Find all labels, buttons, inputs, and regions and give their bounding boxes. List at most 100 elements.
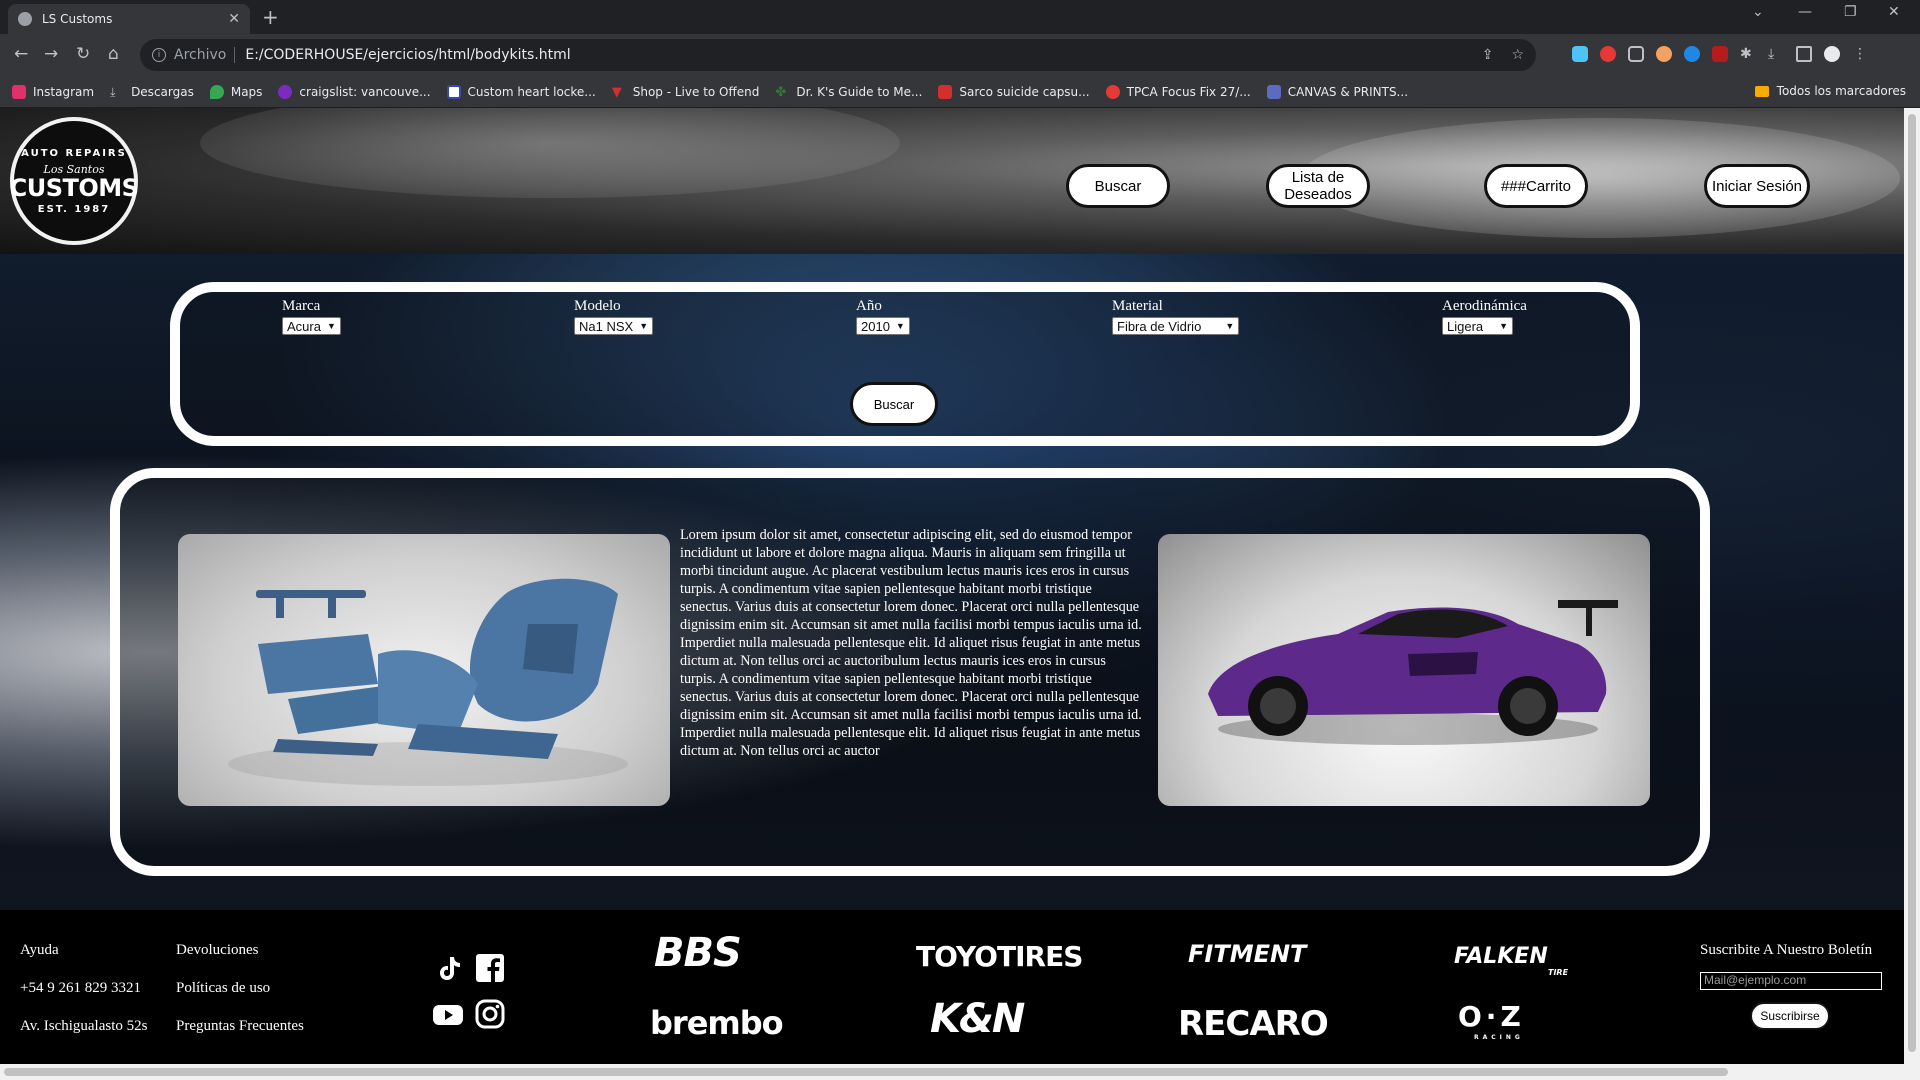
bookmark-item[interactable]: ⤓ Descargas bbox=[110, 85, 194, 99]
share-icon[interactable]: ⇪ bbox=[1482, 47, 1494, 63]
extension-icon[interactable] bbox=[1600, 46, 1616, 62]
year-select[interactable]: 2010 ▼ bbox=[856, 317, 910, 335]
horizontal-scrollbar-thumb[interactable] bbox=[4, 1068, 1728, 1076]
logo-bottom-text: EST. 1987 bbox=[37, 203, 111, 215]
brand-logo-bbs[interactable]: BBS bbox=[654, 930, 742, 976]
bookmark-item[interactable]: ✤ Dr. K's Guide to Me... bbox=[775, 85, 922, 100]
menu-kebab-icon[interactable]: ⋮ bbox=[1852, 46, 1868, 62]
tab-search-chevron-icon[interactable]: ⌄ bbox=[1752, 4, 1764, 20]
minimize-icon[interactable]: — bbox=[1798, 4, 1812, 20]
tab-close-icon[interactable]: ✕ bbox=[228, 11, 240, 27]
aero-select[interactable]: Ligera ▼ bbox=[1442, 317, 1514, 335]
brand-logo-oz-sub: RACING bbox=[1474, 1034, 1524, 1041]
brand-logo-recaro[interactable]: RECARO bbox=[1178, 1004, 1329, 1044]
horizontal-scrollbar[interactable] bbox=[0, 1064, 1920, 1080]
side-panel-icon[interactable] bbox=[1796, 46, 1812, 62]
vertical-scrollbar-thumb[interactable] bbox=[1908, 114, 1916, 1052]
newsletter-email-input[interactable]: Mail@ejemplo.com bbox=[1700, 972, 1882, 990]
brand-logo-fitment[interactable]: FITMENT bbox=[1188, 940, 1306, 968]
aero-select-value: Ligera bbox=[1447, 318, 1484, 334]
brand-logo-falken-sub: TIRE bbox=[1548, 968, 1569, 977]
bookmark-item[interactable]: Maps bbox=[209, 84, 262, 99]
site-header: AUTO REPAIRS Los Santos CUSTOMS EST. 198… bbox=[0, 108, 1904, 254]
footer-address[interactable]: Av. Ischigualasto 52s bbox=[20, 1018, 147, 1035]
facebook-icon[interactable] bbox=[474, 952, 506, 984]
new-tab-icon[interactable]: + bbox=[262, 5, 279, 29]
download-icon[interactable]: ⤓ bbox=[1768, 46, 1784, 62]
restore-icon[interactable]: ❐ bbox=[1844, 4, 1857, 20]
maps-pin-icon bbox=[209, 84, 224, 99]
extension-icon[interactable] bbox=[1656, 46, 1672, 62]
filter-search-button[interactable]: Buscar bbox=[850, 382, 938, 426]
instagram-icon bbox=[12, 84, 26, 99]
model-select[interactable]: Na1 NSX ▼ bbox=[574, 317, 654, 335]
footer-link-faq[interactable]: Preguntas Frecuentes bbox=[176, 1018, 304, 1035]
bookmark-star-icon[interactable]: ☆ bbox=[1511, 47, 1524, 63]
puzzle-extensions-icon[interactable]: ✱ bbox=[1740, 46, 1756, 62]
brand-logo-brembo[interactable]: brembo bbox=[650, 1004, 784, 1042]
cart-button[interactable]: ###Carrito bbox=[1484, 164, 1588, 208]
site-info-icon[interactable]: i bbox=[152, 48, 166, 62]
newsletter-title: Suscribite A Nuestro Boletín bbox=[1700, 942, 1873, 958]
bookmark-item[interactable]: ▼ Shop - Live to Offend bbox=[611, 84, 760, 100]
heart-icon: ▼ bbox=[611, 84, 622, 100]
extension-icon[interactable] bbox=[1572, 46, 1588, 62]
filter-panel: Marca Acura ▼ Modelo Na1 NSX ▼ Año 2010 ▼ M… bbox=[170, 282, 1640, 446]
home-icon[interactable]: ⌂ bbox=[108, 44, 119, 64]
login-button[interactable]: Iniciar Sesión bbox=[1704, 164, 1810, 208]
address-bar[interactable]: i Archivo E:/CODERHOUSE/ejercicios/html/… bbox=[140, 39, 1536, 71]
back-icon[interactable]: ← bbox=[14, 44, 28, 64]
site-logo[interactable]: AUTO REPAIRS Los Santos CUSTOMS EST. 198… bbox=[10, 117, 139, 245]
site-footer: Ayuda +54 9 261 829 3321 Av. Ischigualas… bbox=[0, 910, 1904, 1064]
product-description: Lorem ipsum dolor sit amet, consectetur … bbox=[680, 527, 1142, 759]
material-filter: Material Fibra de Vidrio ▼ bbox=[1112, 298, 1240, 336]
tiktok-icon[interactable] bbox=[432, 952, 464, 984]
logo-top-text: AUTO REPAIRS bbox=[21, 147, 127, 159]
brand-logo-toyotires[interactable]: TOYOTIRES bbox=[916, 940, 1083, 973]
wishlist-label-line1: Lista de bbox=[1291, 169, 1345, 186]
youtube-icon[interactable] bbox=[432, 998, 464, 1030]
brand-logo-oz[interactable]: O·Z bbox=[1458, 1000, 1525, 1033]
material-select[interactable]: Fibra de Vidrio ▼ bbox=[1112, 317, 1240, 335]
extension-icon[interactable] bbox=[1684, 46, 1700, 62]
instagram-icon[interactable] bbox=[474, 998, 506, 1030]
footer-phone[interactable]: +54 9 261 829 3321 bbox=[20, 980, 141, 997]
brand-filter: Marca Acura ▼ bbox=[282, 298, 341, 336]
site-favicon-icon bbox=[446, 84, 461, 99]
close-window-icon[interactable]: ✕ bbox=[1888, 4, 1900, 20]
craigslist-icon bbox=[278, 84, 293, 99]
bookmarks-bar: Instagram ⤓ Descargas Maps craigslist: va… bbox=[0, 76, 1920, 108]
bookmark-item[interactable]: Custom heart locke... bbox=[446, 84, 596, 99]
all-bookmarks-label: Todos los marcadores bbox=[1776, 84, 1906, 98]
header-background-image bbox=[200, 108, 900, 198]
footer-link-terms[interactable]: Políticas de uso bbox=[176, 980, 270, 997]
bookmark-item[interactable]: craigslist: vancouve... bbox=[278, 84, 431, 99]
brand-logo-kn[interactable]: K&N bbox=[930, 996, 1025, 1042]
brand-select[interactable]: Acura ▼ bbox=[282, 317, 341, 335]
forward-icon[interactable]: → bbox=[44, 44, 58, 64]
reload-icon[interactable]: ↻ bbox=[76, 44, 90, 64]
aero-filter: Aerodinámica Ligera ▼ bbox=[1442, 298, 1527, 336]
profile-avatar-icon[interactable] bbox=[1824, 46, 1840, 62]
footer-link-returns[interactable]: Devoluciones bbox=[176, 942, 258, 959]
browser-tab[interactable]: LS Customs ✕ bbox=[8, 4, 250, 34]
header-search-button[interactable]: Buscar bbox=[1066, 164, 1170, 208]
bodykit-parts-illustration bbox=[228, 578, 628, 786]
footer-link-help[interactable]: Ayuda bbox=[20, 942, 59, 959]
wishlist-button[interactable]: Lista de Deseados bbox=[1266, 164, 1370, 208]
extension-icon[interactable] bbox=[1628, 46, 1644, 62]
address-scheme-label: Archivo bbox=[174, 47, 227, 63]
newsletter-subscribe-button[interactable]: Suscribirse bbox=[1750, 1002, 1830, 1030]
brand-logo-falken[interactable]: FALKEN bbox=[1454, 944, 1548, 969]
bookmark-item[interactable]: CANVAS & PRINTS... bbox=[1266, 84, 1408, 99]
all-bookmarks[interactable]: Todos los marcadores bbox=[1754, 84, 1906, 98]
bookmark-item[interactable]: Instagram bbox=[12, 84, 94, 99]
bookmark-item[interactable]: TPCA Focus Fix 27/... bbox=[1105, 84, 1251, 99]
chevron-down-icon: ▼ bbox=[639, 321, 649, 331]
vertical-scrollbar[interactable] bbox=[1904, 108, 1920, 1064]
model-select-value: Na1 NSX bbox=[579, 318, 634, 334]
extension-icon[interactable] bbox=[1712, 46, 1728, 62]
bookmark-item[interactable]: Sarco suicide capsu... bbox=[938, 84, 1090, 99]
address-url[interactable]: E:/CODERHOUSE/ejercicios/html/bodykits.h… bbox=[245, 47, 570, 63]
download-icon: ⤓ bbox=[110, 84, 116, 99]
